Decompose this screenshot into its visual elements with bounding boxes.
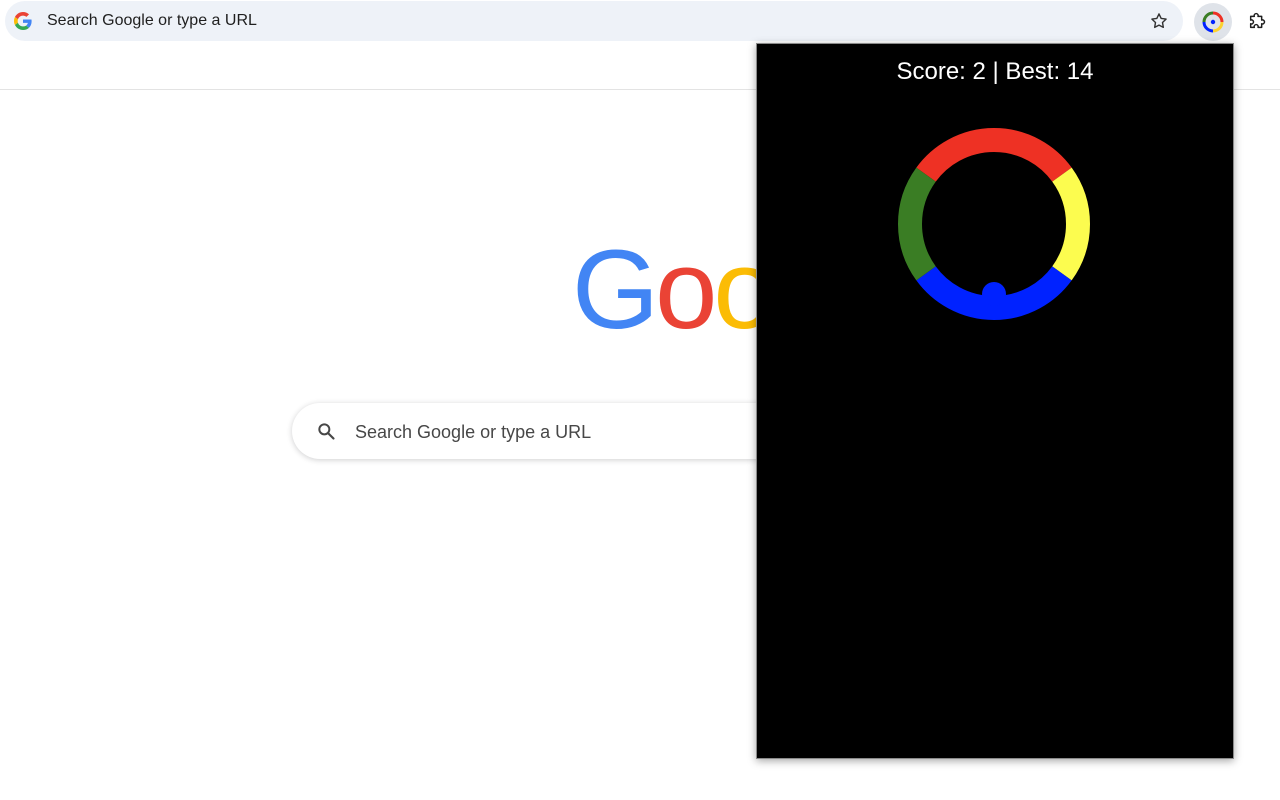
- ring-segment-left: [898, 167, 937, 281]
- address-bar-text[interactable]: Search Google or type a URL: [47, 12, 257, 30]
- google-logo: Goo: [572, 240, 772, 340]
- game-canvas[interactable]: [757, 44, 1233, 758]
- google-g-icon: [14, 12, 32, 30]
- address-bar[interactable]: Search Google or type a URL: [5, 1, 1183, 41]
- player-ball: [982, 282, 1006, 306]
- color-switch-game-popup[interactable]: Score: 2 | Best: 14: [756, 43, 1234, 759]
- ring-segment-right: [1051, 167, 1090, 281]
- star-icon[interactable]: [1149, 11, 1169, 31]
- color-ring-extension-button[interactable]: [1194, 3, 1232, 41]
- color-ring-extension-icon: [1202, 11, 1224, 33]
- browser-toolbar: Search Google or type a URL: [0, 0, 1280, 44]
- extensions-menu-button[interactable]: [1240, 3, 1276, 39]
- ring-segment-top: [916, 128, 1072, 182]
- puzzle-piece-icon: [1249, 12, 1266, 29]
- ntp-search-placeholder[interactable]: Search Google or type a URL: [355, 422, 591, 442]
- magnifier-icon: [318, 423, 335, 440]
